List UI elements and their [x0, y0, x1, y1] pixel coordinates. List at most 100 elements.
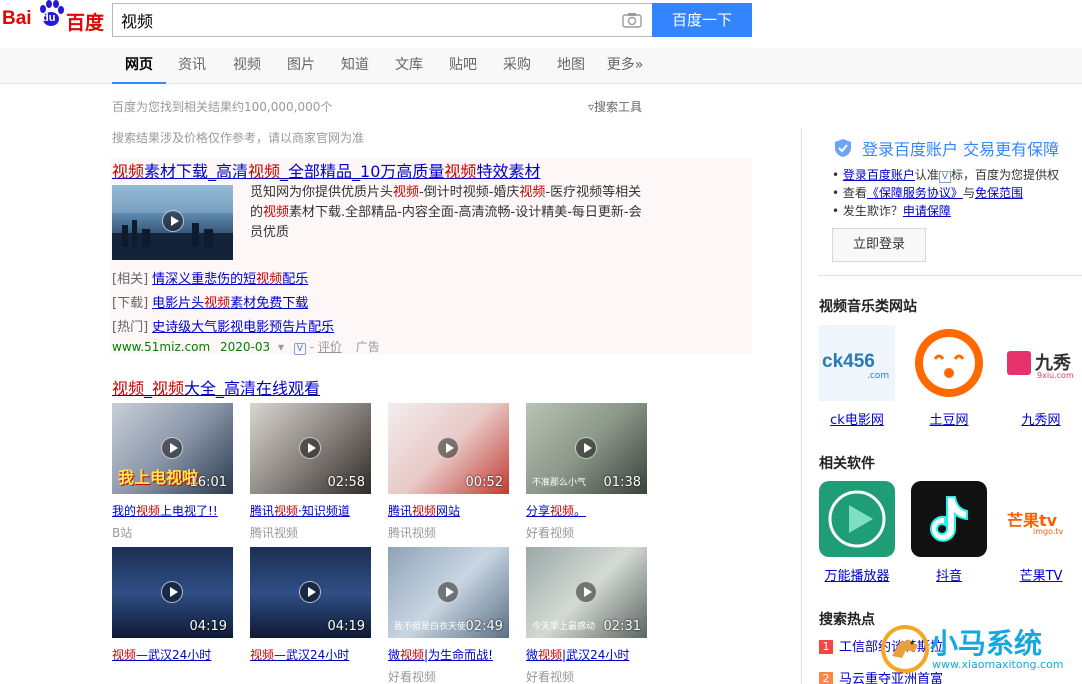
tab-9[interactable]: 更多» — [598, 48, 652, 84]
search-box — [112, 3, 652, 37]
baidu-logo[interactable]: Bai du 百度 — [0, 0, 104, 36]
video-thumbnail[interactable]: 04:19 — [250, 547, 371, 638]
text-segment: _ — [144, 379, 153, 398]
video-title-link[interactable]: 分享视频。 — [526, 502, 647, 519]
sub-link[interactable]: 史诗级大气影视电影预告片配乐 — [152, 320, 334, 335]
text-segment: 史诗级大气影视电影预告片配乐 — [152, 320, 335, 335]
douyin-logo[interactable] — [911, 481, 987, 557]
video-card[interactable]: 我上电视啦 16:01 我的视频上电视了!! B站 — [112, 403, 233, 541]
site-card[interactable]: 土豆网 — [911, 325, 987, 428]
video-title-link[interactable]: 视频—武汉24小时 — [250, 646, 371, 663]
video-title-link[interactable]: 我的视频上电视了!! — [112, 502, 233, 519]
scope-link[interactable]: 免保范围 — [975, 186, 1023, 200]
ck-logo[interactable]: ck456 .com — [819, 325, 895, 401]
tab-4[interactable]: 知道 — [328, 48, 382, 84]
software-name-link[interactable]: 抖音 — [911, 565, 987, 584]
logo-subtext: .com — [867, 371, 890, 381]
sub-link[interactable]: 情深义重悲伤的短视频配乐 — [152, 272, 308, 287]
claim-link[interactable]: 申请保障 — [903, 204, 951, 218]
tab-5[interactable]: 文库 — [382, 48, 436, 84]
text-segment: 。 — [574, 504, 587, 518]
video-card[interactable]: 00:52 腾讯视频网站 腾讯视频 — [388, 403, 509, 541]
search-input[interactable] — [113, 4, 593, 36]
tab-3[interactable]: 图片 — [274, 48, 328, 84]
site-card[interactable]: 九秀 9xiu.com 九秀网 — [1003, 325, 1079, 428]
tab-8[interactable]: 地图 — [544, 48, 598, 84]
ad-site-url[interactable]: www.51miz.com — [112, 340, 210, 354]
tudou-logo[interactable] — [911, 325, 987, 401]
text-segment: 腾讯 — [250, 504, 275, 518]
search-tools[interactable]: ▿搜索工具 — [588, 98, 642, 115]
verified-v-icon[interactable]: V — [293, 343, 306, 355]
video-source: 腾讯视频 — [388, 526, 437, 540]
video-title-link[interactable]: 微视频|武汉24小时 — [526, 646, 647, 663]
highlight-text: 视频 — [412, 504, 437, 518]
software-section-title: 相关软件 — [819, 456, 875, 472]
highlight-text: 视频 — [550, 504, 575, 518]
ad-thumbnail[interactable] — [112, 185, 233, 260]
highlight-text: 视频 — [112, 379, 145, 398]
site-card[interactable]: ck456 .com ck电影网 — [819, 325, 895, 428]
video-card[interactable]: 今天早上最感动 02:31 微视频|武汉24小时 好看视频 — [526, 547, 647, 684]
software-card[interactable]: 抖音 — [911, 481, 987, 584]
video-duration: 01:38 — [603, 475, 641, 490]
sub-link-tag: [热门] — [112, 320, 149, 335]
text-segment: 我的 — [112, 504, 137, 518]
tab-1[interactable]: 资讯 — [164, 48, 220, 84]
video-thumbnail[interactable]: 我上电视啦 16:01 — [112, 403, 233, 494]
tab-7[interactable]: 采购 — [490, 48, 544, 84]
highlight-text: 视频 — [400, 648, 425, 662]
software-name-link[interactable]: 芒果TV — [1003, 565, 1079, 584]
camera-icon[interactable] — [622, 12, 642, 28]
video-thumbnail[interactable]: 我不但是白衣天使 02:49 — [388, 547, 509, 638]
software-card[interactable]: 万能播放器 — [819, 481, 895, 584]
video-card[interactable]: 02:58 腾讯视频·知识频道 腾讯视频 — [250, 403, 371, 541]
login-button[interactable]: 立即登录 — [832, 228, 926, 262]
video-thumbnail[interactable]: 02:58 — [250, 403, 371, 494]
video-thumbnail[interactable]: 00:52 — [388, 403, 509, 494]
video-thumbnail[interactable]: 今天早上最感动 02:31 — [526, 547, 647, 638]
video-caption: 我不但是白衣天使 — [394, 622, 467, 632]
video-card[interactable]: 04:19 视频—武汉24小时 — [250, 547, 371, 663]
software-card[interactable]: 芒果tv imgo.tv 芒果TV — [1003, 481, 1079, 584]
text-segment: 发生欺诈？ — [842, 204, 903, 218]
sub-link[interactable]: 电影片头视频素材免费下载 — [152, 296, 308, 311]
video-result-title[interactable]: 视频_视频大全_高清在线观看 — [112, 375, 320, 399]
software-name-link[interactable]: 万能播放器 — [819, 565, 895, 584]
logo-subtext: imgo.tv — [1033, 527, 1064, 536]
tab-0[interactable]: 网页 — [112, 48, 166, 84]
text-segment: —武汉24小时 — [274, 648, 350, 662]
search-button[interactable]: 百度一下 — [652, 3, 752, 37]
login-link[interactable]: 登录百度账户 — [843, 168, 915, 182]
play-icon — [299, 437, 321, 459]
highlight-text: 视频 — [274, 504, 299, 518]
video-thumbnail[interactable]: 不准那么小气 01:38 — [526, 403, 647, 494]
music-section-title: 视频音乐类网站 — [819, 299, 917, 315]
video-title-link[interactable]: 视频—武汉24小时 — [112, 646, 233, 663]
agreement-link[interactable]: 《保障服务协议》 — [867, 186, 963, 200]
site-name-link[interactable]: 九秀网 — [1003, 409, 1079, 428]
player-logo[interactable] — [819, 481, 895, 557]
site-name-link[interactable]: 土豆网 — [911, 409, 987, 428]
video-card[interactable]: 不准那么小气 01:38 分享视频。 好看视频 — [526, 403, 647, 541]
video-title-link[interactable]: 腾讯视频·知识频道 — [250, 502, 371, 519]
video-title-link[interactable]: 微视频|为生命而战! — [388, 646, 509, 663]
text-segment: |为生命而战! — [424, 648, 493, 662]
review-link[interactable]: 评价 — [318, 340, 342, 354]
login-promo-title[interactable]: 登录百度账户 交易更有保障 — [834, 136, 1059, 160]
video-thumbnail[interactable]: 04:19 — [112, 547, 233, 638]
ad-result-title[interactable]: 视频素材下载_高清视频_全部精品_10万高质量视频特效素材 — [112, 158, 540, 182]
result-count: 百度为您找到相关结果约100,000,000个 — [112, 100, 333, 114]
site-name-link[interactable]: ck电影网 — [819, 409, 895, 428]
text-segment: ·知识频道 — [298, 504, 350, 518]
chevron-down-icon[interactable]: ▾ — [278, 340, 284, 354]
video-card[interactable]: 04:19 视频—武汉24小时 — [112, 547, 233, 663]
video-title-link[interactable]: 腾讯视频网站 — [388, 502, 509, 519]
tab-6[interactable]: 贴吧 — [436, 48, 490, 84]
video-card[interactable]: 我不但是白衣天使 02:49 微视频|为生命而战! 好看视频 — [388, 547, 509, 684]
video-source: 好看视频 — [526, 670, 575, 684]
tab-2[interactable]: 视频 — [220, 48, 274, 84]
jiuxiu-logo[interactable]: 九秀 9xiu.com — [1003, 325, 1079, 401]
mango-logo[interactable]: 芒果tv imgo.tv — [1003, 481, 1079, 557]
right-sidebar: 登录百度账户 交易更有保障 • 登录百度账户认准 V 标，百度为您提供权 • 查看《… — [801, 128, 1082, 684]
